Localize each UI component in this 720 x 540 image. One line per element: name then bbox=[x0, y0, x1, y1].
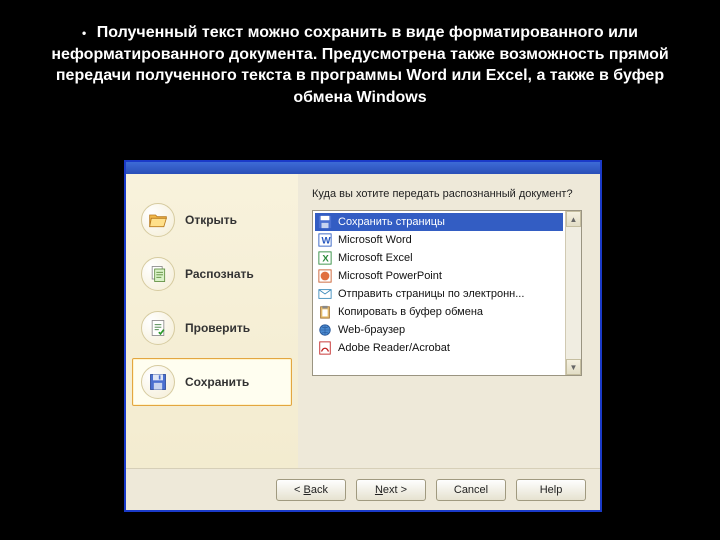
option-word[interactable]: W Microsoft Word bbox=[315, 231, 563, 249]
sidebar-item-check[interactable]: Проверить bbox=[132, 304, 292, 352]
panel-question: Куда вы хотите передать распознанный док… bbox=[312, 188, 582, 200]
sidebar-item-label: Распознать bbox=[185, 267, 254, 281]
help-button[interactable]: Help bbox=[516, 479, 586, 501]
svg-text:X: X bbox=[322, 254, 329, 265]
option-label: Отправить страницы по электронн... bbox=[338, 288, 524, 300]
option-label: Microsoft Word bbox=[338, 234, 412, 246]
cancel-button[interactable]: Cancel bbox=[436, 479, 506, 501]
sidebar-item-label: Открыть bbox=[185, 213, 237, 227]
mail-icon bbox=[318, 287, 332, 301]
floppy-icon bbox=[318, 215, 332, 229]
back-button[interactable]: < Back bbox=[276, 479, 346, 501]
slide-text: Полученный текст можно сохранить в виде … bbox=[51, 24, 668, 106]
excel-icon: X bbox=[318, 251, 332, 265]
dialog-body: Открыть Распознать Проверить Сохранить bbox=[126, 174, 600, 468]
clipboard-icon bbox=[318, 305, 332, 319]
option-powerpoint[interactable]: Microsoft PowerPoint bbox=[315, 267, 563, 285]
bullet-icon: • bbox=[82, 26, 86, 40]
sidebar-item-label: Сохранить bbox=[185, 375, 249, 389]
option-label: Microsoft PowerPoint bbox=[338, 270, 442, 282]
scroll-up-button[interactable]: ▲ bbox=[566, 211, 581, 227]
slide-caption: • Полученный текст можно сохранить в вид… bbox=[0, 0, 720, 116]
titlebar bbox=[126, 162, 600, 174]
wizard-button-row: < Back Next > Cancel Help bbox=[126, 468, 600, 510]
sidebar-item-open[interactable]: Открыть bbox=[132, 196, 292, 244]
word-icon: W bbox=[318, 233, 332, 247]
option-label: Adobe Reader/Acrobat bbox=[338, 342, 450, 354]
folder-open-icon bbox=[141, 203, 175, 237]
next-button[interactable]: Next > bbox=[356, 479, 426, 501]
pdf-icon bbox=[318, 341, 332, 355]
option-label: Microsoft Excel bbox=[338, 252, 413, 264]
scroll-down-button[interactable]: ▼ bbox=[566, 359, 581, 375]
option-clipboard[interactable]: Копировать в буфер обмена bbox=[315, 303, 563, 321]
sidebar-item-recognize[interactable]: Распознать bbox=[132, 250, 292, 298]
listbox-scrollbar[interactable]: ▲ ▼ bbox=[565, 211, 581, 375]
option-label: Сохранить страницы bbox=[338, 216, 445, 228]
option-label: Web-браузер bbox=[338, 324, 405, 336]
list-items: Сохранить страницы W Microsoft Word X Mi… bbox=[313, 211, 565, 375]
destination-listbox[interactable]: Сохранить страницы W Microsoft Word X Mi… bbox=[312, 210, 582, 376]
sidebar-item-save[interactable]: Сохранить bbox=[132, 358, 292, 406]
svg-text:W: W bbox=[322, 236, 332, 247]
wizard-sidebar: Открыть Распознать Проверить Сохранить bbox=[126, 174, 298, 468]
pages-icon bbox=[141, 257, 175, 291]
option-save-pages[interactable]: Сохранить страницы bbox=[315, 213, 563, 231]
option-browser[interactable]: Web-браузер bbox=[315, 321, 563, 339]
option-adobe[interactable]: Adobe Reader/Acrobat bbox=[315, 339, 563, 357]
ppt-icon bbox=[318, 269, 332, 283]
globe-icon bbox=[318, 323, 332, 337]
sidebar-item-label: Проверить bbox=[185, 321, 250, 335]
wizard-dialog: Открыть Распознать Проверить Сохранить bbox=[124, 160, 602, 512]
option-label: Копировать в буфер обмена bbox=[338, 306, 483, 318]
wizard-main-panel: Куда вы хотите передать распознанный док… bbox=[298, 174, 600, 468]
option-email[interactable]: Отправить страницы по электронн... bbox=[315, 285, 563, 303]
option-excel[interactable]: X Microsoft Excel bbox=[315, 249, 563, 267]
check-page-icon bbox=[141, 311, 175, 345]
floppy-icon bbox=[141, 365, 175, 399]
